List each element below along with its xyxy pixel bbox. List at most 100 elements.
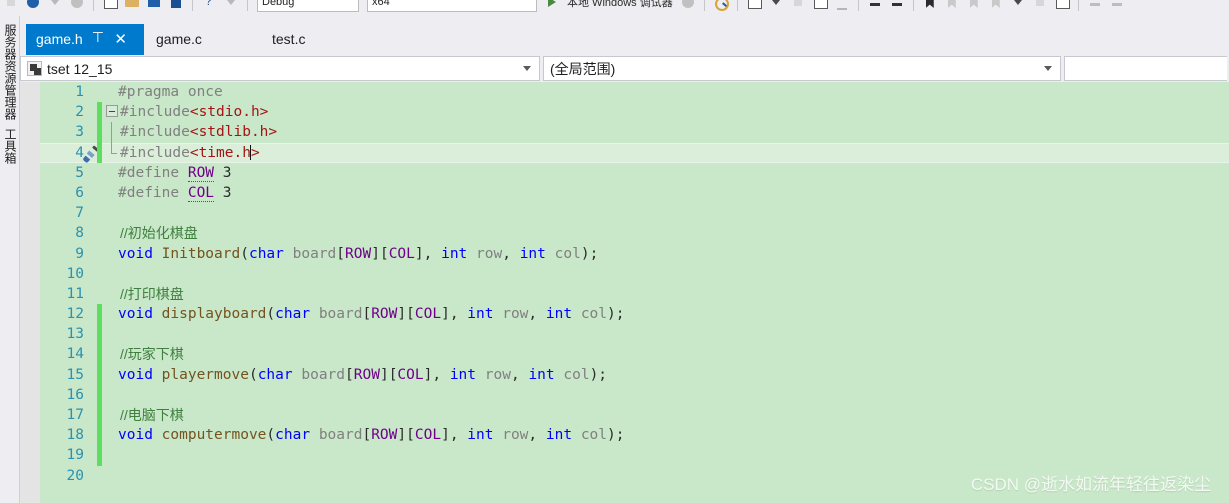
token-bracket-open: [ bbox=[406, 306, 415, 323]
chevron-down-icon[interactable] bbox=[523, 66, 531, 71]
change-bar bbox=[97, 82, 102, 102]
code-line[interactable]: 13 bbox=[40, 324, 1229, 345]
token-paren-close: ); bbox=[589, 366, 608, 383]
save-all-icon[interactable] bbox=[168, 0, 184, 10]
platform-combo[interactable]: x64 bbox=[367, 0, 537, 12]
change-bar bbox=[97, 324, 102, 345]
code-line[interactable]: 17 //电脑下棋 bbox=[40, 405, 1229, 426]
fold-collapse-box[interactable] bbox=[106, 105, 118, 118]
chevron-down-icon[interactable] bbox=[1044, 66, 1052, 71]
change-bar bbox=[97, 364, 102, 385]
code-line[interactable]: 19 bbox=[40, 445, 1229, 466]
code-line[interactable]: 2 #include<stdio.h> bbox=[40, 102, 1229, 123]
change-bar bbox=[97, 163, 102, 183]
window-icon[interactable] bbox=[746, 0, 762, 10]
uncomment-icon[interactable] bbox=[889, 0, 905, 10]
token-bracket-open: [ bbox=[379, 245, 389, 262]
extra-panel-icon[interactable] bbox=[1054, 0, 1070, 10]
code-surface[interactable]: 1 #pragma once 2 #include<stdio.h> 3 #in… bbox=[40, 82, 1229, 503]
back-arrow-icon[interactable] bbox=[3, 0, 19, 10]
token-keyword-void: void bbox=[118, 427, 153, 444]
code-line[interactable]: 20 bbox=[40, 466, 1229, 486]
token-param-row: row bbox=[502, 427, 529, 444]
code-line[interactable]: 9 void Initboard(char board[ROW][COL], i… bbox=[40, 244, 1229, 264]
pin-icon[interactable] bbox=[92, 29, 106, 47]
code-line[interactable]: 11 //打印棋盘 bbox=[40, 284, 1229, 304]
toolbar-divider bbox=[703, 0, 705, 11]
bookmark-icon[interactable] bbox=[922, 0, 938, 10]
redo-icon[interactable] bbox=[223, 0, 239, 10]
code-line[interactable]: 1 #pragma once bbox=[40, 82, 1229, 102]
undo-icon[interactable] bbox=[201, 0, 217, 10]
extra-dash2-icon[interactable] bbox=[1109, 0, 1125, 10]
code-line[interactable]: 15 void playermove(char board[ROW][COL],… bbox=[40, 364, 1229, 385]
code-line[interactable]: 18 void computermove(char board[ROW][COL… bbox=[40, 425, 1229, 446]
bookmark-dropdown-icon[interactable] bbox=[1010, 0, 1026, 10]
line-number: 18 bbox=[66, 427, 84, 444]
tab-game-c[interactable]: game.c bbox=[146, 24, 212, 55]
save-icon[interactable] bbox=[146, 0, 162, 10]
code-line[interactable]: 12 void displayboard(char board[ROW][COL… bbox=[40, 304, 1229, 325]
code-line[interactable]: 3 #include<stdlib.h> bbox=[40, 122, 1229, 143]
window-close-icon[interactable] bbox=[790, 0, 806, 10]
refresh-icon[interactable] bbox=[69, 0, 85, 10]
code-line[interactable]: 7 bbox=[40, 203, 1229, 223]
sidebar-item-toolbox[interactable]: 工具箱 bbox=[3, 128, 17, 164]
bookmark-prev-icon[interactable] bbox=[944, 0, 960, 10]
bookmark-next-icon[interactable] bbox=[966, 0, 982, 10]
forward-arrow-icon[interactable] bbox=[25, 0, 41, 10]
token-bracket-open: [ bbox=[362, 306, 372, 323]
start-debug-label[interactable]: 本地 Windows 调试器 bbox=[567, 0, 673, 10]
find-icon[interactable] bbox=[713, 0, 729, 11]
start-debug-icon[interactable] bbox=[544, 0, 560, 10]
token-include: #include bbox=[120, 124, 190, 141]
code-text: #include<time.h> bbox=[120, 143, 260, 163]
code-line[interactable]: 6 #define COL 3 bbox=[40, 183, 1229, 203]
code-line[interactable]: 14 //玩家下棋 bbox=[40, 344, 1229, 365]
extra-dash-icon[interactable] bbox=[1087, 0, 1103, 10]
clear-bookmarks-icon[interactable] bbox=[988, 0, 1004, 10]
tab-test-c[interactable]: test.c bbox=[262, 24, 315, 55]
panel-icon[interactable] bbox=[812, 0, 828, 10]
token-param-board: board bbox=[318, 427, 363, 444]
token-keyword-void: void bbox=[118, 366, 153, 383]
code-editor[interactable]: 1 #pragma once 2 #include<stdio.h> 3 #in… bbox=[20, 82, 1229, 503]
code-text: //打印棋盘 bbox=[120, 284, 184, 305]
token-keyword-int: int bbox=[467, 427, 494, 444]
token-param-board: board bbox=[301, 366, 346, 383]
code-text: //电脑下棋 bbox=[120, 405, 184, 426]
tab-game-h[interactable]: game.h ✕ bbox=[26, 24, 144, 55]
comment-icon[interactable] bbox=[867, 0, 883, 10]
code-line-current[interactable]: 4 #include<time.h> bbox=[40, 142, 1229, 163]
change-bar bbox=[97, 183, 102, 203]
token-number: 3 bbox=[222, 164, 232, 181]
toolbar-divider bbox=[857, 0, 859, 11]
sidebar-item-server-explorer[interactable]: 服务器资源管理器 bbox=[3, 24, 17, 120]
token-param-col: col bbox=[563, 366, 590, 383]
code-line[interactable]: 16 bbox=[40, 384, 1229, 405]
token-function-initboard: Initboard bbox=[161, 245, 241, 262]
configuration-combo[interactable]: Debug bbox=[257, 0, 359, 12]
third-scope-combo[interactable] bbox=[1064, 56, 1227, 81]
project-scope-combo[interactable]: tset 12_15 bbox=[20, 56, 540, 81]
indicator-margin[interactable] bbox=[20, 82, 40, 503]
list-icon[interactable] bbox=[834, 0, 850, 10]
new-item-icon[interactable] bbox=[102, 0, 118, 10]
code-line[interactable]: 8 //初始化棋盘 bbox=[40, 223, 1229, 243]
code-line[interactable]: 5 #define ROW 3 bbox=[40, 163, 1229, 183]
token-include: #include bbox=[120, 104, 190, 121]
open-folder-icon[interactable] bbox=[124, 0, 140, 10]
window-dropdown-icon[interactable] bbox=[768, 0, 784, 10]
stop-icon[interactable] bbox=[680, 0, 696, 10]
toolbar-divider bbox=[736, 0, 738, 11]
close-icon[interactable]: ✕ bbox=[114, 32, 128, 47]
token-comment: //打印棋盘 bbox=[120, 285, 184, 302]
token-keyword-void: void bbox=[118, 245, 153, 262]
code-text: #define COL 3 bbox=[118, 183, 232, 203]
code-line[interactable]: 10 bbox=[40, 264, 1229, 284]
nav-history-dropdown-icon[interactable] bbox=[47, 0, 63, 10]
bookmark-close-icon[interactable] bbox=[1032, 0, 1048, 10]
member-scope-combo[interactable]: (全局范围) bbox=[543, 56, 1061, 81]
